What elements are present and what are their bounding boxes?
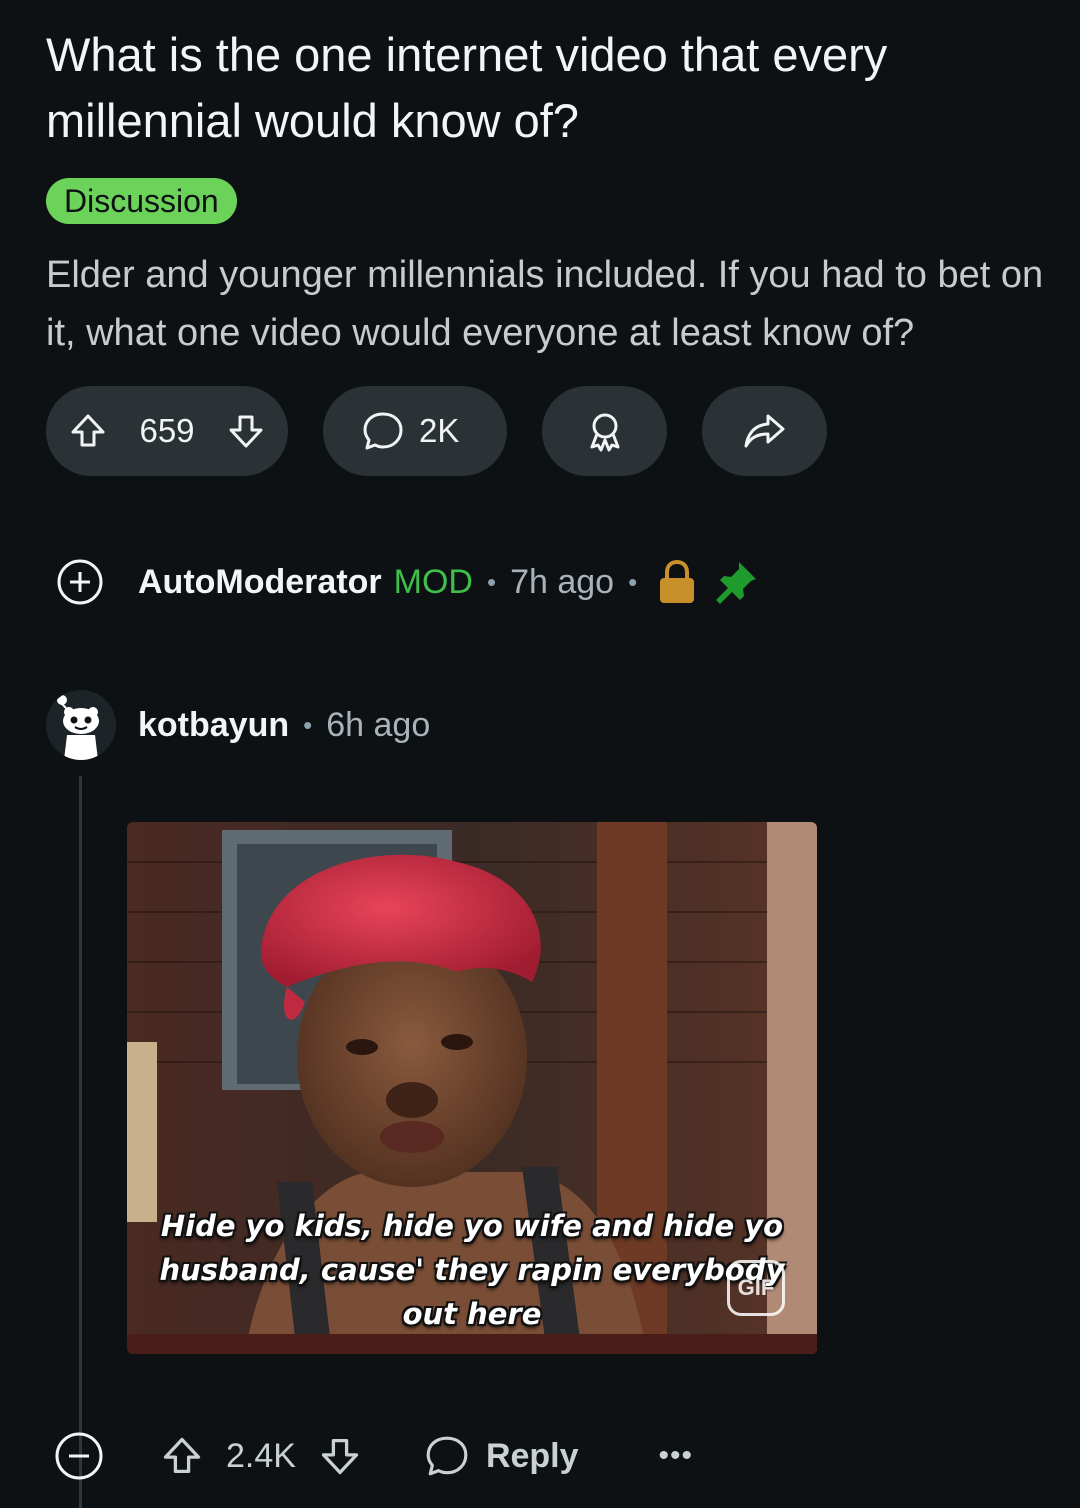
lock-icon bbox=[657, 559, 697, 605]
comment-count: 2K bbox=[419, 412, 460, 449]
gif-caption: Hide yo kids, hide yo wife and hide yo h… bbox=[159, 1209, 785, 1331]
separator-dot: • bbox=[303, 709, 313, 740]
comment-score: 2.4K bbox=[226, 1436, 296, 1475]
collapse-icon[interactable] bbox=[54, 1431, 104, 1481]
reply-label: Reply bbox=[485, 1436, 579, 1475]
share-button[interactable] bbox=[702, 386, 827, 476]
vote-pill: 659 bbox=[46, 386, 288, 476]
avatar[interactable] bbox=[46, 690, 116, 760]
upvote-icon[interactable] bbox=[160, 1434, 204, 1478]
downvote-icon[interactable] bbox=[226, 411, 266, 451]
downvote-icon[interactable] bbox=[318, 1434, 362, 1478]
comment-gif[interactable]: Hide yo kids, hide yo wife and hide yo h… bbox=[127, 822, 817, 1354]
gif-badge: GIF bbox=[727, 1260, 785, 1316]
plus-icon[interactable] bbox=[56, 558, 104, 606]
reply-button[interactable]: Reply bbox=[424, 1433, 579, 1479]
comment-actions: 2.4K Reply ••• bbox=[54, 1424, 693, 1488]
thread-line[interactable] bbox=[79, 776, 82, 1508]
upvote-icon[interactable] bbox=[68, 411, 108, 451]
award-button[interactable] bbox=[542, 386, 667, 476]
comment-author[interactable]: kotbayun bbox=[138, 706, 289, 745]
automod-comment-row[interactable]: AutoModerator MOD • 7h ago • bbox=[56, 552, 759, 612]
post-title: What is the one internet video that ever… bbox=[46, 28, 888, 147]
comment-timestamp: 6h ago bbox=[326, 705, 431, 744]
award-icon bbox=[583, 409, 627, 453]
mod-tag: MOD bbox=[393, 562, 473, 601]
more-options-icon[interactable]: ••• bbox=[659, 1439, 694, 1473]
automod-timestamp: 7h ago bbox=[510, 562, 615, 601]
share-icon bbox=[742, 408, 788, 454]
comments-button[interactable]: 2K bbox=[323, 386, 507, 476]
post-body: Elder and younger millennials included. … bbox=[46, 254, 1044, 354]
comment-bubble-icon bbox=[361, 409, 405, 453]
post-page: What is the one internet video that ever… bbox=[0, 0, 1080, 1508]
flair-badge[interactable]: Discussion bbox=[46, 178, 237, 224]
comment-header: kotbayun • 6h ago bbox=[46, 690, 430, 760]
reply-bubble-icon bbox=[424, 1433, 470, 1479]
separator-dot: • bbox=[486, 566, 497, 597]
automod-author[interactable]: AutoModerator bbox=[138, 563, 382, 602]
pin-icon bbox=[713, 559, 759, 605]
post-score: 659 bbox=[139, 412, 195, 449]
separator-dot: • bbox=[628, 566, 638, 597]
